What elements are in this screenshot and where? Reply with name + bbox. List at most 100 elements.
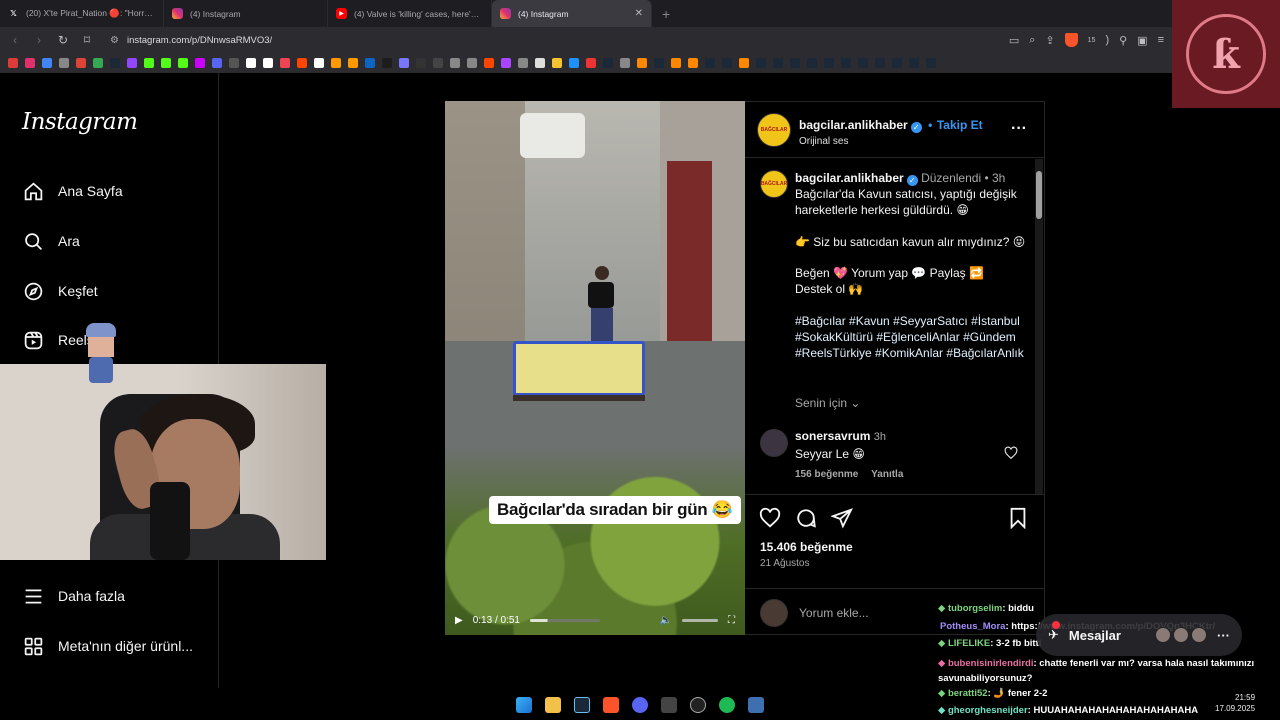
bookmark-favicon-icon[interactable] [586,58,596,68]
brave-shield-icon[interactable] [1064,33,1078,47]
bookmark-favicon-icon[interactable] [161,58,171,68]
windows-start-icon[interactable] [516,697,532,713]
app-icon[interactable] [661,697,677,713]
bookmark-favicon-icon[interactable] [807,58,817,68]
commenter-username[interactable]: sonersavrum [795,429,870,443]
bookmark-favicon-icon[interactable] [450,58,460,68]
volume-slider[interactable] [682,619,718,622]
bookmark-favicon-icon[interactable] [263,58,273,68]
bookmark-favicon-icon[interactable] [365,58,375,68]
bookmark-favicon-icon[interactable] [654,58,664,68]
discord-icon[interactable] [632,697,648,713]
bookmark-favicon-icon[interactable] [178,58,188,68]
reply-button[interactable]: Yanıtla [871,469,903,480]
bookmark-favicon-icon[interactable] [229,58,239,68]
bookmark-favicon-icon[interactable] [110,58,120,68]
bookmark-favicon-icon[interactable] [603,58,613,68]
bookmark-favicon-icon[interactable] [433,58,443,68]
comments-scrollbar[interactable] [1035,159,1043,494]
comment-icon[interactable] [795,507,817,535]
tab-instagram-active[interactable]: (4) Instagram ✕ [492,0,652,27]
share-icon[interactable] [830,507,853,535]
audio-label[interactable]: Orijinal ses [799,136,983,147]
comment-input[interactable]: Yorum ekle... [799,606,869,620]
sidebar-item-search[interactable]: Ara [22,230,80,252]
extension-badge[interactable]: 15 [1088,37,1096,44]
sidebar-icon[interactable]: ▣ [1137,34,1147,47]
zoom-icon[interactable]: ⌕ [1029,34,1035,47]
extension-icon[interactable]: ⚲ [1119,34,1127,47]
bookmark-favicon-icon[interactable] [93,58,103,68]
back-icon[interactable]: ‹ [8,33,22,47]
file-explorer-icon[interactable] [545,697,561,713]
caption-hashtags[interactable]: #Bağcılar #Kavun #SeyyarSatıcı #İstanbul… [795,313,1027,361]
forward-icon[interactable]: › [32,33,46,47]
new-tab-button[interactable]: + [652,6,670,22]
bookmark-favicon-icon[interactable] [773,58,783,68]
bookmark-favicon-icon[interactable] [926,58,936,68]
bookmark-favicon-icon[interactable] [518,58,528,68]
tab-x-post[interactable]: 𝕏 (20) X'te Pirat_Nation 🔴: "Horror ga [0,0,164,27]
bookmark-favicon-icon[interactable] [467,58,477,68]
bookmark-favicon-icon[interactable] [858,58,868,68]
bookmark-favicon-icon[interactable] [705,58,715,68]
bookmark-favicon-icon[interactable] [144,58,154,68]
fullscreen-icon[interactable]: ⛶ [728,615,735,626]
bookmark-favicon-icon[interactable] [620,58,630,68]
bookmark-favicon-icon[interactable] [875,58,885,68]
author-username[interactable]: bagcilar.anlikhaber [799,118,908,132]
sidebar-item-more[interactable]: Daha fazla [22,585,125,607]
tab-instagram[interactable]: (4) Instagram [164,0,328,27]
bookmark-favicon-icon[interactable] [246,58,256,68]
bookmark-favicon-icon[interactable] [416,58,426,68]
sidebar-item-explore[interactable]: Keşfet [22,280,98,302]
save-icon[interactable] [1008,507,1028,535]
bookmark-favicon-icon[interactable] [25,58,35,68]
like-count[interactable]: 15.406 beğenme [760,540,853,554]
for-you-toggle[interactable]: Senin için ⌄ [795,396,860,410]
brave-browser-icon[interactable] [603,697,619,713]
volume-icon[interactable]: 🔈 [660,615,672,626]
sidebar-item-meta-apps[interactable]: Meta'nın diğer ürünl... [22,635,193,657]
bookmark-favicon-icon[interactable] [501,58,511,68]
bookmark-favicon-icon[interactable] [688,58,698,68]
cast-icon[interactable]: ▭ [1009,34,1019,47]
bookmark-favicon-icon[interactable] [331,58,341,68]
bookmark-favicon-icon[interactable] [348,58,358,68]
bookmark-favicon-icon[interactable] [314,58,324,68]
messages-button[interactable]: ✈ Mesajlar ··· [1036,614,1242,656]
comment-like-icon[interactable] [1004,446,1018,465]
close-tab-icon[interactable]: ✕ [635,8,643,19]
sidebar-item-home[interactable]: Ana Sayfa [22,180,123,202]
steam-icon[interactable] [574,697,590,713]
bookmark-favicon-icon[interactable] [195,58,205,68]
bookmark-favicon-icon[interactable] [790,58,800,68]
bookmark-favicon-icon[interactable] [892,58,902,68]
wallet-icon[interactable]: ) [1105,34,1109,46]
commenter-avatar[interactable] [760,429,788,457]
bookmark-favicon-icon[interactable] [76,58,86,68]
reel-video[interactable]: Bağcılar'da sıradan bir gün 😂 ▶ 0:13 / 0… [445,101,745,635]
bookmark-favicon-icon[interactable] [535,58,545,68]
bookmark-favicon-icon[interactable] [297,58,307,68]
video-progress-bar[interactable] [529,619,600,622]
system-clock[interactable]: 21:59 17.09.2025 [1215,692,1255,714]
bookmark-favicon-icon[interactable] [382,58,392,68]
bookmark-favicon-icon[interactable] [569,58,579,68]
follow-button[interactable]: Takip Et [937,118,983,132]
app-icon[interactable] [748,697,764,713]
bookmark-favicon-icon[interactable] [722,58,732,68]
bookmark-icon[interactable]: ⌑ [80,33,94,47]
comment-likes[interactable]: 156 beğenme [795,469,858,480]
bookmark-favicon-icon[interactable] [841,58,851,68]
bookmark-favicon-icon[interactable] [824,58,834,68]
bookmark-favicon-icon[interactable] [756,58,766,68]
url-field[interactable]: ⚙ instagram.com/p/DNnwsaRMVO3/ [104,35,999,46]
caption-author[interactable]: bagcilar.anlikhaber [795,171,904,185]
share-icon[interactable]: ⇪ [1045,34,1054,47]
bookmark-favicon-icon[interactable] [127,58,137,68]
bookmark-favicon-icon[interactable] [671,58,681,68]
author-avatar[interactable]: BAĞCILAR [757,113,791,147]
spotify-icon[interactable] [719,697,735,713]
bookmark-favicon-icon[interactable] [909,58,919,68]
